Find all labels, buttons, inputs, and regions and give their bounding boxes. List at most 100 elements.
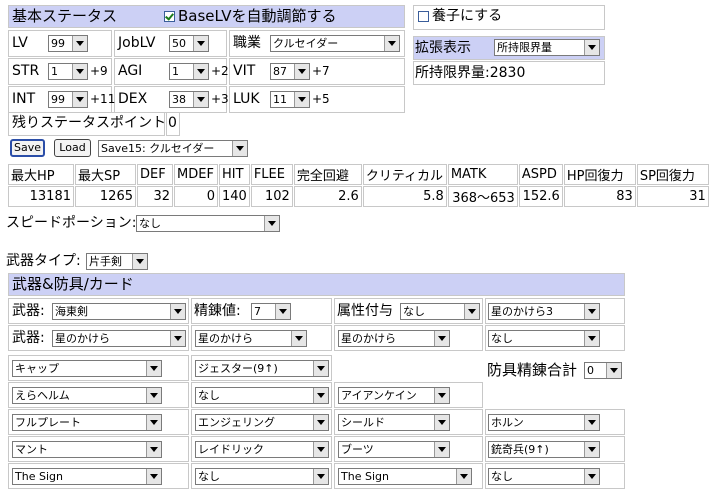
accessory1-select[interactable]: The Sign xyxy=(12,468,162,485)
footgear-value: ブーツ xyxy=(341,443,374,456)
shield-select[interactable]: シールド xyxy=(338,414,450,431)
agi-select[interactable]: 1 xyxy=(169,63,209,80)
body-armor-card-select[interactable]: エンジェリング xyxy=(195,414,329,431)
derived-value: 152.6 xyxy=(518,186,563,207)
weapon2-card3-value: 星のかけら xyxy=(341,332,396,345)
weapon2-card2-value: 星のかけら xyxy=(198,332,253,345)
derived-stats-table: 最大HP 最大SP DEF MDEF HIT FLEE 完全回避 クリティカル … xyxy=(7,163,710,208)
weapon1-select[interactable]: 海東剣 xyxy=(52,303,186,320)
chevron-down-icon xyxy=(275,304,290,319)
dex-select[interactable]: 38 xyxy=(169,91,209,108)
chevron-down-icon xyxy=(294,64,309,79)
agi-value: 1 xyxy=(172,65,179,78)
accessory1-card-value: なし xyxy=(198,470,220,483)
agi-bonus: +2 xyxy=(211,64,229,78)
dex-value: 38 xyxy=(172,93,186,106)
body-armor-card-value: エンジェリング xyxy=(198,416,275,429)
footgear-card-select[interactable]: 銃奇兵(9↑) xyxy=(488,441,600,458)
refine-value: 7 xyxy=(254,305,261,318)
derived-header: 完全回避 xyxy=(293,164,362,185)
element-select[interactable]: なし xyxy=(400,303,480,320)
luk-value: 11 xyxy=(273,93,287,106)
vit-select[interactable]: 87 xyxy=(270,63,310,80)
chevron-down-icon xyxy=(584,469,599,484)
derived-value: 5.8 xyxy=(362,186,447,207)
accessory2-select[interactable]: The Sign xyxy=(338,468,472,485)
weapon-type-select[interactable]: 片手剣 xyxy=(86,253,148,270)
joblv-label: JobLV xyxy=(118,35,156,51)
derived-value: 2.6 xyxy=(293,186,362,207)
vit-value: 87 xyxy=(273,65,287,78)
chevron-down-icon xyxy=(146,361,161,376)
body-armor-select[interactable]: フルプレート xyxy=(12,414,162,431)
chevron-down-icon xyxy=(294,92,309,107)
garment-card-value: レイドリック xyxy=(198,443,264,456)
headgear-middle-select[interactable]: えらヘルム xyxy=(12,387,162,404)
weapon-type-value: 片手剣 xyxy=(89,255,122,268)
derived-header: HP回復力 xyxy=(563,164,636,185)
dex-bonus: +3 xyxy=(211,92,229,106)
refine-select[interactable]: 7 xyxy=(251,303,291,320)
chevron-down-icon xyxy=(584,40,599,55)
int-select[interactable]: 99 xyxy=(48,91,88,108)
str-select[interactable]: 1 xyxy=(48,63,88,80)
headgear-upper-card-select[interactable]: ジェスター(9↑) xyxy=(195,360,329,377)
armor-refine-select[interactable]: 0 xyxy=(584,362,622,379)
ext-display-select[interactable]: 所持限界量 xyxy=(494,39,600,56)
adopt-checkbox[interactable] xyxy=(418,11,429,22)
chevron-down-icon xyxy=(146,442,161,457)
weapon2-card3-select[interactable]: 星のかけら xyxy=(338,330,450,347)
auto-baselv-checkbox[interactable] xyxy=(164,11,175,22)
derived-value: 32 xyxy=(137,186,173,207)
weapon1-value: 海東剣 xyxy=(55,305,88,318)
headgear-middle-card-select[interactable]: なし xyxy=(195,387,329,404)
lv-select[interactable]: 99 xyxy=(48,35,88,52)
derived-value: 13181 xyxy=(8,186,74,207)
int-bonus: +11 xyxy=(90,92,116,106)
headgear-upper-select[interactable]: キャップ xyxy=(12,360,162,377)
garment-card-select[interactable]: レイドリック xyxy=(195,441,329,458)
weapon2-select[interactable]: 星のかけら xyxy=(52,330,186,347)
weapon1-card4-select[interactable]: 星のかけら3 xyxy=(488,303,600,320)
lv-label: LV xyxy=(12,35,28,51)
headgear-lower-select[interactable]: アイアンケイン xyxy=(338,387,450,404)
chevron-down-icon xyxy=(193,64,208,79)
accessory1-card-select[interactable]: なし xyxy=(195,468,329,485)
weapon1-label: 武器: xyxy=(12,303,45,319)
derived-header: ASPD xyxy=(518,164,563,185)
derived-stats-header-row: 最大HP 最大SP DEF MDEF HIT FLEE 完全回避 クリティカル … xyxy=(8,164,709,185)
chevron-down-icon xyxy=(584,331,599,346)
load-button[interactable]: Load xyxy=(54,139,91,157)
derived-value: 368〜653 xyxy=(447,186,518,207)
derived-header: クリティカル xyxy=(362,164,447,185)
str-value: 1 xyxy=(51,65,58,78)
chevron-down-icon xyxy=(584,442,599,457)
chevron-down-icon xyxy=(434,388,449,403)
weapon2-card4-value: なし xyxy=(491,332,513,345)
shield-card-select[interactable]: ホルン xyxy=(488,414,600,431)
joblv-value: 50 xyxy=(172,37,186,50)
derived-header: MATK xyxy=(447,164,518,185)
stat-label-dex: DEX xyxy=(118,91,148,107)
weapon2-card2-select[interactable]: 星のかけら xyxy=(195,330,307,347)
ext-display-value: 所持限界量 xyxy=(497,41,552,54)
weapon2-label: 武器: xyxy=(12,330,45,346)
save-button[interactable]: Save xyxy=(10,139,45,157)
weapon2-card4-select[interactable]: なし xyxy=(488,330,600,347)
joblv-select[interactable]: 50 xyxy=(169,35,209,52)
save-slot-select[interactable]: Save15: クルセイダー xyxy=(98,140,248,157)
garment-select[interactable]: マント xyxy=(12,441,162,458)
footgear-select[interactable]: ブーツ xyxy=(338,441,450,458)
accessory2-card-select[interactable]: なし xyxy=(488,468,600,485)
chevron-down-icon xyxy=(232,141,247,156)
job-label: 職業 xyxy=(233,35,261,51)
lv-value: 99 xyxy=(51,37,65,50)
derived-value: 102 xyxy=(250,186,293,207)
derived-value: 140 xyxy=(219,186,250,207)
chevron-down-icon xyxy=(72,36,87,51)
speed-potion-select[interactable]: なし xyxy=(136,215,280,232)
luk-select[interactable]: 11 xyxy=(270,91,310,108)
headgear-middle-card-value: なし xyxy=(198,389,220,402)
armor-refine-label: 防具精錬合計 xyxy=(487,361,578,379)
job-select[interactable]: クルセイダー xyxy=(270,35,400,52)
